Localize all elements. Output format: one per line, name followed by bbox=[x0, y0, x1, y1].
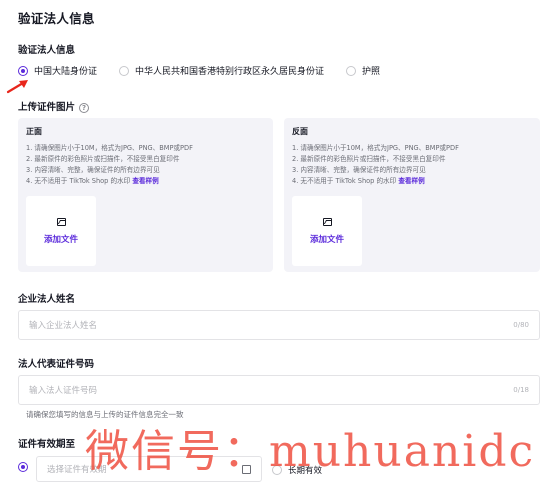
radio-passport-label: 护照 bbox=[362, 67, 381, 77]
page-title: 验证法人信息 bbox=[18, 11, 95, 26]
verify-section-label: 验证法人信息 bbox=[18, 45, 76, 56]
legal-rep-name-input[interactable]: 输入企业法人姓名 0/80 bbox=[18, 310, 540, 340]
radio-fixed-date[interactable] bbox=[18, 462, 34, 472]
radio-mainland-id-label: 中国大陆身份证 bbox=[34, 67, 98, 77]
radio-hk-permanent-id-label: 中华人民共和国香港特别行政区永久居民身份证 bbox=[135, 67, 325, 77]
front-requirement: 3. 内容清晰、完整，确保证件的所有边界可见 bbox=[26, 166, 160, 174]
back-upload-card: 反面 1. 请确保图片小于10M，格式为JPG、PNG、BMP或PDF 2. 最… bbox=[284, 118, 540, 272]
char-counter: 0/18 bbox=[513, 386, 529, 394]
front-requirement: 1. 请确保图片小于10M，格式为JPG、PNG、BMP或PDF bbox=[26, 144, 193, 152]
back-requirement-text: 4. 无不适用于 TikTok Shop 的水印 bbox=[292, 177, 399, 185]
back-requirement: 2. 最新原件的彩色照片或扫描件，不接受黑白复印件 bbox=[292, 155, 446, 163]
radio-passport[interactable]: 护照 bbox=[346, 64, 380, 77]
legal-rep-id-label: 法人代表证件号码 bbox=[18, 359, 95, 370]
legal-rep-id-placeholder: 输入法人证件号码 bbox=[29, 386, 98, 396]
legal-rep-id-input[interactable]: 输入法人证件号码 0/18 bbox=[18, 375, 540, 405]
upload-section-label: 上传证件图片? bbox=[18, 99, 90, 113]
back-requirement: 4. 无不适用于 TikTok Shop 的水印 查看样例 bbox=[292, 176, 532, 187]
radio-selected-icon bbox=[18, 65, 28, 76]
radio-hk-permanent-id[interactable]: 中华人民共和国香港特别行政区永久居民身份证 bbox=[119, 64, 324, 77]
watermark-overlay: 微信号：muhuanidc bbox=[85, 426, 536, 477]
radio-unselected-icon bbox=[346, 65, 357, 76]
validity-label: 证件有效期至 bbox=[18, 439, 76, 450]
image-icon bbox=[322, 217, 332, 226]
front-requirement-text: 4. 无不适用于 TikTok Shop 的水印 bbox=[26, 177, 133, 185]
back-add-file-button[interactable]: 添加文件 bbox=[292, 196, 362, 266]
radio-selected-icon bbox=[18, 462, 28, 472]
front-add-file-button[interactable]: 添加文件 bbox=[26, 196, 96, 266]
legal-rep-name-placeholder: 输入企业法人姓名 bbox=[29, 321, 98, 331]
back-add-file-label: 添加文件 bbox=[309, 234, 344, 245]
front-requirement: 2. 最新原件的彩色照片或扫描件，不接受黑白复印件 bbox=[26, 155, 180, 163]
back-requirement: 3. 内容清晰、完整，确保证件的所有边界可见 bbox=[292, 166, 426, 174]
back-card-title: 反面 bbox=[292, 127, 308, 136]
char-counter: 0/80 bbox=[513, 321, 529, 329]
image-icon bbox=[56, 217, 66, 226]
front-requirement: 4. 无不适用于 TikTok Shop 的水印 查看样例 bbox=[26, 176, 265, 187]
front-card-title: 正面 bbox=[26, 127, 42, 136]
front-upload-card: 正面 1. 请确保图片小于10M，格式为JPG、PNG、BMP或PDF 2. 最… bbox=[18, 118, 273, 272]
radio-mainland-id[interactable]: 中国大陆身份证 bbox=[18, 64, 97, 77]
back-requirement: 1. 请确保图片小于10M，格式为JPG、PNG、BMP或PDF bbox=[292, 144, 459, 152]
radio-unselected-icon bbox=[119, 65, 130, 76]
help-icon[interactable]: ? bbox=[79, 102, 90, 113]
id-type-radio-group: 中国大陆身份证 中华人民共和国香港特别行政区永久居民身份证 护照 bbox=[18, 64, 402, 77]
front-sample-link[interactable]: 查看样例 bbox=[132, 177, 158, 185]
upload-section-label-text: 上传证件图片 bbox=[18, 102, 76, 113]
back-sample-link[interactable]: 查看样例 bbox=[398, 177, 424, 185]
red-arrow-annotation-icon bbox=[6, 80, 28, 94]
front-add-file-label: 添加文件 bbox=[43, 234, 78, 245]
legal-rep-name-label: 企业法人姓名 bbox=[18, 294, 76, 305]
